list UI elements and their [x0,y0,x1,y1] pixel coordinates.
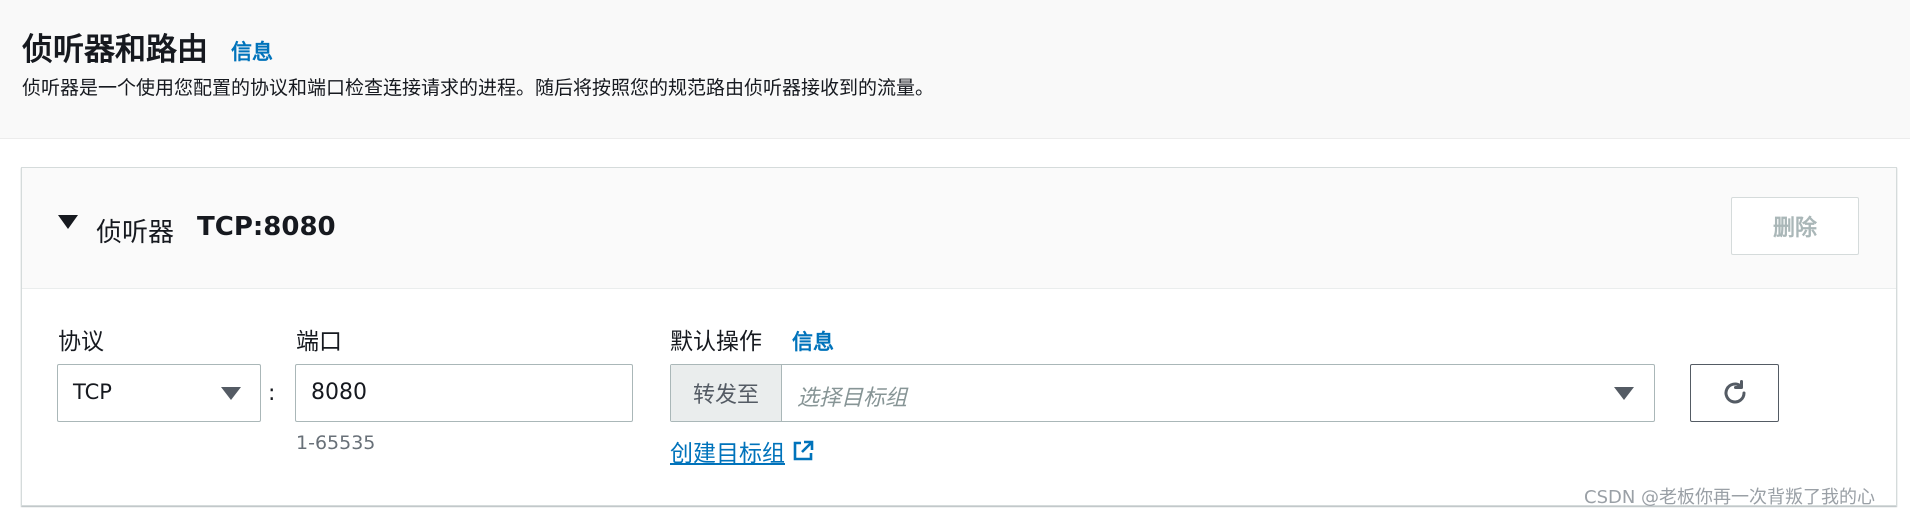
listener-header: 侦听器 TCP:8080 删除 [22,168,1896,289]
refresh-button[interactable] [1690,364,1779,422]
create-target-group-link[interactable]: 创建目标组 [670,434,815,468]
listener-value: TCP:8080 [197,212,336,242]
port-input[interactable]: 8080 [295,364,633,422]
protocol-select[interactable]: TCP [57,364,261,422]
delete-button[interactable]: 删除 [1731,197,1859,255]
section-description: 侦听器是一个使用您配置的协议和端口检查连接请求的进程。随后将按照您的规范路由侦听… [22,77,935,99]
target-group-select[interactable]: 转发至 选择目标组 [670,364,1655,422]
section-header: 侦听器和路由 信息 侦听器是一个使用您配置的协议和端口检查连接请求的进程。随后将… [0,0,1910,139]
port-label: 端口 [296,329,342,355]
chevron-down-icon [1614,387,1634,400]
protocol-selected: TCP [73,380,112,404]
port-value: 8080 [311,380,367,405]
port-hint: 1-65535 [296,432,376,454]
create-target-group-label: 创建目标组 [670,441,785,467]
protocol-label: 协议 [58,329,104,355]
caret-down-icon[interactable] [58,215,78,229]
listener-label: 侦听器 [96,218,175,248]
default-action-info-link[interactable]: 信息 [792,326,834,356]
info-link[interactable]: 信息 [231,36,273,66]
target-group-placeholder: 选择目标组 [797,386,908,411]
forward-to-prefix: 转发至 [671,365,782,421]
separator: : [268,381,276,406]
page-title: 侦听器和路由 [22,32,208,68]
default-action-label: 默认操作 [670,329,762,355]
refresh-icon [1724,380,1745,404]
chevron-down-icon [221,387,241,400]
external-link-icon [793,440,814,461]
watermark: CSDN @老板你再一次背叛了我的心 [1584,487,1876,508]
